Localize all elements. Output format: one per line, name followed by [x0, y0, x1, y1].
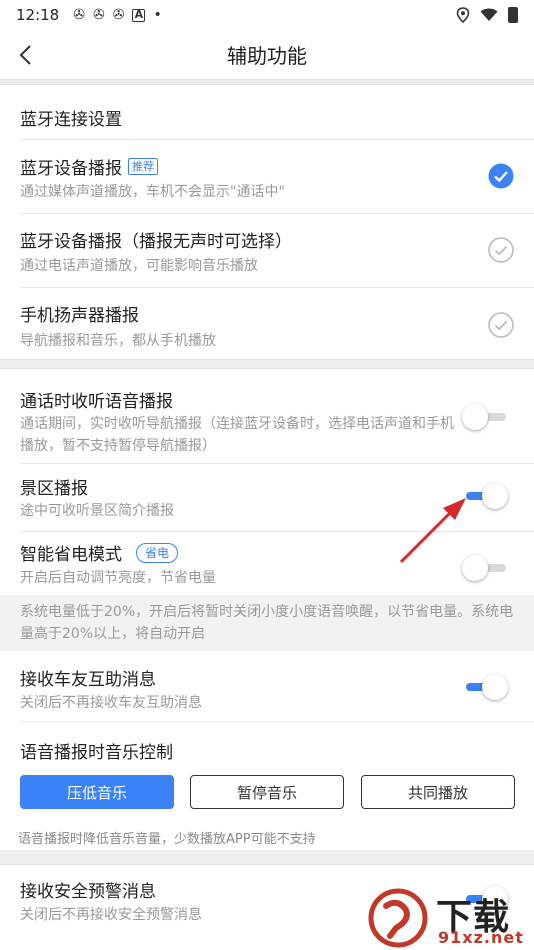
- option-subtitle: 通过媒体声道播放，车机不会显示"通话中": [20, 184, 285, 200]
- friend-help-switch[interactable]: [462, 673, 508, 701]
- setting-title-text: 智能省电模式: [20, 545, 122, 565]
- setting-title: 接收安全预警消息: [20, 882, 156, 902]
- setting-subtitle: 途中可收听景区简介播报: [20, 503, 174, 519]
- status-bar: 12:18 ✇ ✇ ✇ A •: [0, 0, 534, 30]
- battery-icon: [508, 7, 518, 23]
- switch-knob: [462, 555, 488, 581]
- option-subtitle: 通过电话声道播放，可能影响音乐播放: [20, 258, 258, 274]
- pinwheel-icon: ✇: [112, 7, 125, 23]
- call-listen-row: 通话时收听语音播报 通话期间，实时收听导航播报（连接蓝牙设备时，选择电话声道和手…: [0, 369, 534, 463]
- switch-knob: [482, 674, 508, 700]
- power-save-badge: 省电: [136, 542, 179, 563]
- wifi-icon: [480, 8, 498, 21]
- option-title-text: 蓝牙设备播报: [20, 159, 122, 179]
- power-save-row: 智能省电模式 省电 开启后自动调节亮度，节省电量: [0, 532, 534, 595]
- setting-subtitle: 关闭后不再接收车友互助消息: [20, 695, 202, 711]
- check-unselected-icon[interactable]: [488, 312, 514, 338]
- watermark-logo-icon: [368, 888, 428, 948]
- recommend-badge: 推荐: [128, 158, 158, 175]
- switch-knob: [462, 404, 488, 430]
- bluetooth-settings-card: 蓝牙连接设置 蓝牙设备播报 推荐 通过媒体声道播放，车机不会显示"通话中" 蓝牙…: [0, 84, 534, 360]
- pinwheel-icon: ✇: [92, 7, 105, 23]
- a-box-icon: A: [132, 8, 146, 22]
- watermark-line2: 91xz.net: [438, 928, 524, 947]
- scenic-switch[interactable]: [462, 482, 508, 510]
- option-title: 蓝牙设备播报（播报无声时可选择）: [20, 232, 292, 252]
- watermark: 下载站 91xz.net: [362, 884, 534, 950]
- location-icon: [456, 7, 470, 23]
- option-title: 蓝牙设备播报 推荐: [20, 154, 158, 179]
- power-save-note: 系统电量低于20%，开启后将暂时关闭小度小度语音唤醒，以节省电量。系统电量高于2…: [0, 595, 534, 651]
- page-title: 辅助功能: [227, 44, 307, 68]
- music-option-pause[interactable]: 暂停音乐: [190, 775, 344, 809]
- call-listen-switch[interactable]: [462, 403, 508, 431]
- setting-title: 通话时收听语音播报: [20, 392, 173, 412]
- music-option-lower[interactable]: 压低音乐: [20, 775, 174, 809]
- friend-help-row: 接收车友互助消息 关闭后不再接收车友互助消息: [0, 655, 534, 721]
- status-time: 12:18: [16, 6, 60, 24]
- bluetooth-section-title: 蓝牙连接设置: [20, 110, 122, 130]
- check-selected-icon[interactable]: [488, 163, 514, 189]
- setting-title: 接收车友互助消息: [20, 670, 156, 690]
- voice-settings-card: 通话时收听语音播报 通话期间，实时收听导航播报（连接蓝牙设备时，选择电话声道和手…: [0, 368, 534, 850]
- scenic-row: 景区播报 途中可收听景区简介播报: [0, 464, 534, 531]
- option-title: 手机扬声器播报: [20, 306, 139, 326]
- setting-subtitle: 通话期间，实时收听导航播报（连接蓝牙设备时，选择电话声道和手机播放，暂不支持暂停…: [20, 416, 454, 454]
- bluetooth-option-media[interactable]: 蓝牙设备播报 推荐 通过媒体声道播放，车机不会显示"通话中": [0, 140, 534, 213]
- switch-knob: [482, 483, 508, 509]
- bluetooth-option-speaker[interactable]: 手机扬声器播报 导航播报和音乐，都从手机播放: [0, 288, 534, 361]
- check-unselected-icon[interactable]: [488, 237, 514, 263]
- music-control-segmented: 压低音乐 暂停音乐 共同播放: [0, 775, 534, 811]
- bluetooth-option-call[interactable]: 蓝牙设备播报（播报无声时可选择） 通过电话声道播放，可能影响音乐播放: [0, 214, 534, 287]
- chevron-left-icon[interactable]: [14, 42, 40, 68]
- music-option-together[interactable]: 共同播放: [361, 775, 515, 809]
- notification-dot: •: [153, 7, 162, 23]
- divider: [20, 721, 534, 722]
- music-control-note: 语音播报时降低音乐音量，少数播放APP可能不支持: [18, 832, 316, 847]
- setting-title: 景区播报: [20, 479, 88, 499]
- music-control-title: 语音播报时音乐控制: [20, 743, 173, 763]
- title-bar: 辅助功能: [0, 30, 534, 80]
- power-save-switch[interactable]: [462, 554, 508, 582]
- option-subtitle: 导航播报和音乐，都从手机播放: [20, 333, 216, 349]
- setting-title: 智能省电模式 省电: [20, 540, 179, 565]
- pinwheel-icon: ✇: [73, 7, 85, 23]
- setting-subtitle: 开启后自动调节亮度，节省电量: [20, 570, 216, 586]
